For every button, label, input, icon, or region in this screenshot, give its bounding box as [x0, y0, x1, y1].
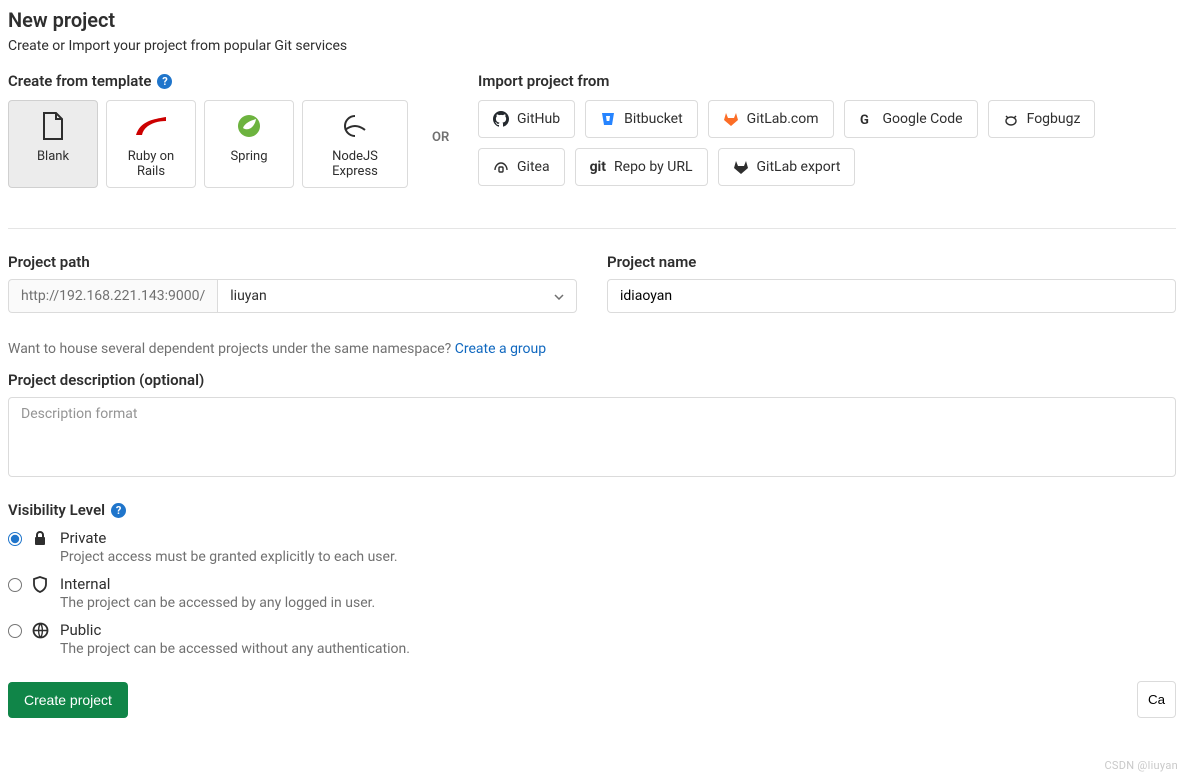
import-label: Bitbucket — [624, 111, 683, 127]
visibility-public-label: Public — [60, 621, 410, 639]
import-label: GitHub — [517, 111, 560, 127]
project-name-input[interactable] — [607, 279, 1176, 313]
description-input[interactable] — [8, 397, 1176, 477]
visibility-internal-desc: The project can be accessed by any logge… — [60, 595, 375, 611]
import-label: Fogbugz — [1027, 111, 1081, 127]
visibility-heading: Visibility Level ? — [8, 501, 1176, 519]
import-gitlab-button[interactable]: GitLab.com — [708, 100, 834, 138]
import-label: GitLab.com — [747, 111, 819, 127]
import-label: GitLab export — [757, 159, 841, 175]
template-label: NodeJS Express — [311, 149, 399, 179]
globe-icon — [32, 622, 50, 643]
import-label: Google Code — [883, 111, 963, 127]
gitlab-icon — [733, 159, 749, 175]
file-icon — [17, 111, 89, 141]
visibility-heading-text: Visibility Level — [8, 501, 105, 519]
template-card-rails[interactable]: Ruby on Rails — [106, 100, 196, 188]
visibility-private-label: Private — [60, 529, 398, 547]
svg-text:G: G — [860, 113, 869, 127]
bitbucket-icon — [600, 111, 616, 127]
shield-icon — [32, 576, 50, 597]
template-label: Ruby on Rails — [115, 149, 187, 179]
divider-line — [8, 228, 1176, 229]
template-label: Blank — [17, 149, 89, 164]
visibility-private-radio[interactable] — [8, 532, 22, 546]
github-icon — [493, 111, 509, 127]
hint-text: Want to house several dependent projects… — [8, 341, 455, 357]
visibility-private-desc: Project access must be granted explicitl… — [60, 549, 398, 565]
import-label: Repo by URL — [614, 159, 693, 175]
project-name-label: Project name — [607, 253, 1176, 271]
gitlab-icon — [723, 111, 739, 127]
import-gitea-button[interactable]: Gitea — [478, 148, 565, 186]
visibility-public-desc: The project can be accessed without any … — [60, 641, 410, 657]
import-fogbugz-button[interactable]: Fogbugz — [988, 100, 1096, 138]
project-path-label: Project path — [8, 253, 577, 271]
rails-icon — [115, 111, 187, 141]
template-card-spring[interactable]: Spring — [204, 100, 294, 188]
import-heading: Import project from — [478, 72, 1176, 90]
visibility-internal-label: Internal — [60, 575, 375, 593]
template-card-blank[interactable]: Blank — [8, 100, 98, 188]
nodejs-icon — [311, 111, 399, 141]
google-icon: G — [859, 111, 875, 127]
help-icon[interactable]: ? — [157, 74, 172, 89]
page-subtitle: Create or Import your project from popul… — [8, 38, 1176, 54]
namespace-value: liuyan — [230, 288, 266, 304]
import-gitlab-export-button[interactable]: GitLab export — [718, 148, 856, 186]
import-github-button[interactable]: GitHub — [478, 100, 575, 138]
git-icon: git — [590, 159, 606, 175]
templates-heading: Create from template ? — [8, 72, 428, 90]
page-title: New project — [8, 8, 1176, 32]
import-bitbucket-button[interactable]: Bitbucket — [585, 100, 698, 138]
templates-heading-text: Create from template — [8, 72, 151, 90]
watermark: CSDN @liuyan — [1104, 759, 1178, 772]
path-base-url: http://192.168.221.143:9000/ — [8, 279, 217, 313]
chevron-down-icon — [554, 288, 564, 304]
gitea-icon — [493, 159, 509, 175]
help-icon[interactable]: ? — [111, 503, 126, 518]
create-project-button[interactable]: Create project — [8, 682, 128, 718]
description-label: Project description (optional) — [8, 371, 1176, 389]
or-divider: OR — [432, 130, 449, 145]
create-group-link[interactable]: Create a group — [455, 341, 546, 357]
template-label: Spring — [213, 149, 285, 164]
namespace-select[interactable]: liuyan — [217, 279, 577, 313]
fogbugz-icon — [1003, 111, 1019, 127]
import-googlecode-button[interactable]: G Google Code — [844, 100, 978, 138]
lock-icon — [32, 530, 50, 550]
visibility-public-radio[interactable] — [8, 624, 22, 638]
namespace-hint: Want to house several dependent projects… — [8, 341, 1176, 357]
import-repo-url-button[interactable]: git Repo by URL — [575, 148, 708, 186]
import-label: Gitea — [517, 159, 550, 175]
cancel-button[interactable]: Ca — [1137, 681, 1176, 718]
template-card-nodejs[interactable]: NodeJS Express — [302, 100, 408, 188]
spring-icon — [213, 111, 285, 141]
visibility-internal-radio[interactable] — [8, 578, 22, 592]
